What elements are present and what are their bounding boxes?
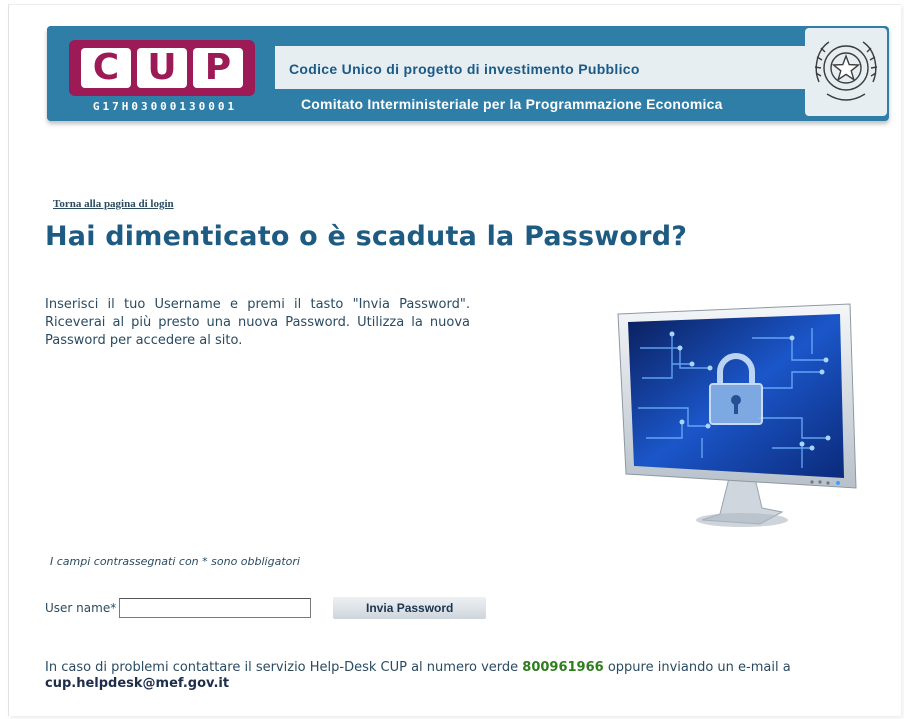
- header-band: Codice Unico di progetto di investimento…: [261, 26, 889, 121]
- header-subtitle: Comitato Interministeriale per la Progra…: [301, 96, 723, 112]
- header-title: Codice Unico di progetto di investimento…: [289, 61, 640, 77]
- username-label: User name*: [45, 601, 117, 615]
- username-input[interactable]: [119, 598, 312, 618]
- logo-letter-u: U: [137, 48, 187, 88]
- send-password-button[interactable]: Invia Password: [333, 597, 487, 619]
- required-fields-note: I campi contrassegnati con * sono obblig…: [50, 555, 300, 568]
- italian-republic-emblem-icon: [805, 28, 887, 116]
- helpdesk-phone: 800961966: [522, 660, 604, 675]
- page-title: Hai dimenticato o è scaduta la Password?: [45, 221, 688, 252]
- helpdesk-info: In caso di problemi contattare il serviz…: [45, 660, 897, 692]
- header-banner: C U P G17H03000130001 Codice Unico di pr…: [47, 26, 889, 121]
- helpdesk-text-middle: oppure inviando un e-mail a: [603, 660, 791, 675]
- monitor-padlock-icon: [612, 298, 862, 538]
- intro-text: Inserisci il tuo Username e premi il tas…: [45, 297, 470, 348]
- logo-letter-p: P: [193, 48, 243, 88]
- password-reset-form: User name* Invia Password: [45, 596, 487, 620]
- back-to-login-link[interactable]: Torna alla pagina di login: [53, 198, 174, 210]
- helpdesk-text-before: In caso di problemi contattare il serviz…: [45, 660, 523, 675]
- logo-letter-c: C: [81, 48, 131, 88]
- logo-code: G17H03000130001: [92, 100, 238, 113]
- helpdesk-email: cup.helpdesk@mef.gov.it: [45, 676, 230, 691]
- cup-logo: C U P: [69, 40, 255, 96]
- logo-area: C U P G17H03000130001: [47, 26, 261, 121]
